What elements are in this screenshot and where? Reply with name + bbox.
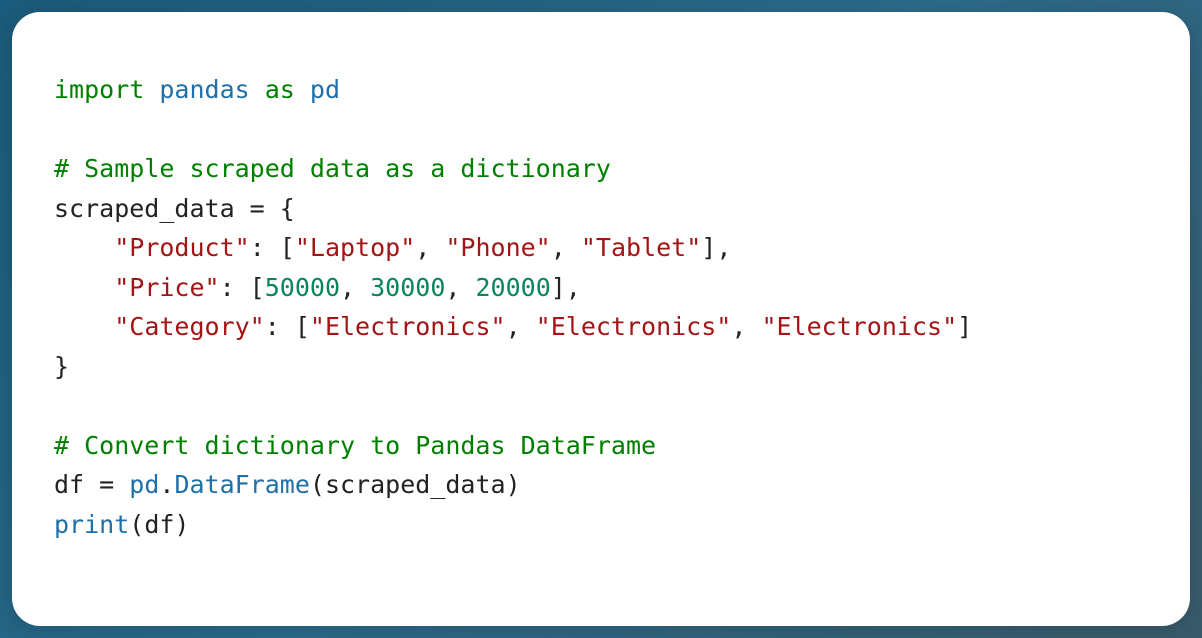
num-50000: 50000 <box>265 273 340 302</box>
dict-key-price: "Price" <box>114 273 219 302</box>
close-bracket: ], <box>551 273 581 302</box>
op-assign: = <box>84 470 129 499</box>
var-scraped-data: scraped_data <box>54 194 235 223</box>
indent <box>54 233 114 262</box>
keyword-as: as <box>265 75 295 104</box>
num-30000: 30000 <box>370 273 445 302</box>
colon-bracket: : [ <box>220 273 265 302</box>
fn-args: (df) <box>129 510 189 539</box>
close-bracket: ] <box>957 312 972 341</box>
str-electronics-1: "Electronics" <box>310 312 506 341</box>
comma: , <box>551 233 581 262</box>
var-df: df <box>54 470 84 499</box>
comma: , <box>731 312 761 341</box>
comma: , <box>506 312 536 341</box>
comma: , <box>445 273 475 302</box>
indent <box>54 312 114 341</box>
str-phone: "Phone" <box>445 233 550 262</box>
indent <box>54 273 114 302</box>
str-electronics-2: "Electronics" <box>536 312 732 341</box>
dict-key-product: "Product" <box>114 233 249 262</box>
str-electronics-3: "Electronics" <box>761 312 957 341</box>
colon-bracket: : [ <box>265 312 310 341</box>
op-assign-open: = { <box>235 194 295 223</box>
str-tablet: "Tablet" <box>581 233 701 262</box>
alias-pd: pd <box>310 75 340 104</box>
fn-args: (scraped_data) <box>310 470 521 499</box>
keyword-import: import <box>54 75 144 104</box>
mod-pd: pd <box>129 470 159 499</box>
comma: , <box>415 233 445 262</box>
num-20000: 20000 <box>475 273 550 302</box>
fn-dataframe: DataFrame <box>174 470 309 499</box>
fn-print: print <box>54 510 129 539</box>
comma: , <box>340 273 370 302</box>
str-laptop: "Laptop" <box>295 233 415 262</box>
module-pandas: pandas <box>159 75 249 104</box>
dict-key-category: "Category" <box>114 312 265 341</box>
comment-line: # Sample scraped data as a dictionary <box>54 154 611 183</box>
code-block: import pandas as pd # Sample scraped dat… <box>54 70 1148 544</box>
dot: . <box>159 470 174 499</box>
colon-bracket: : [ <box>250 233 295 262</box>
comment-line: # Convert dictionary to Pandas DataFrame <box>54 431 656 460</box>
close-brace: } <box>54 352 69 381</box>
code-card: import pandas as pd # Sample scraped dat… <box>12 12 1190 626</box>
close-bracket: ], <box>701 233 731 262</box>
